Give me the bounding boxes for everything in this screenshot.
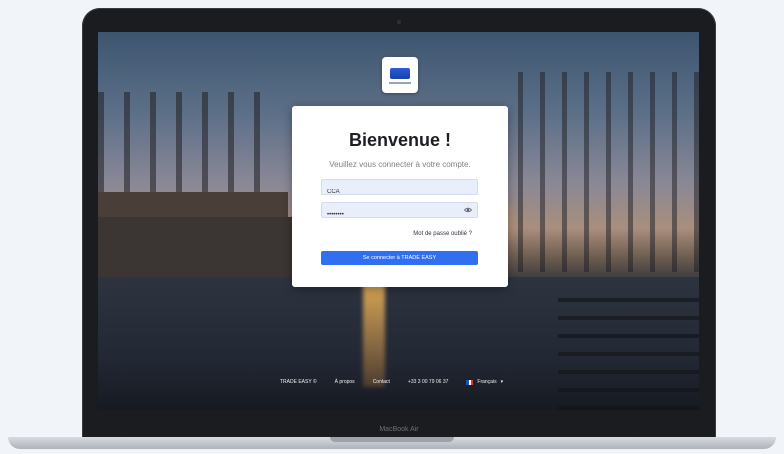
login-submit-button[interactable]: Se connecter à TRADE EASY <box>321 251 478 265</box>
language-selector[interactable]: Français ▾ <box>466 379 503 385</box>
pier-structure <box>558 287 699 410</box>
sun-reflection <box>363 277 385 387</box>
eye-icon[interactable] <box>464 206 472 214</box>
footer-brand: TRADE EASY © <box>280 379 317 385</box>
trade-easy-logo <box>382 57 418 93</box>
logo-wordmark <box>389 82 411 84</box>
login-card: Bienvenue ! Veuillez vous connecter à vo… <box>292 106 508 287</box>
language-label: Français <box>477 379 497 385</box>
username-input[interactable] <box>322 185 462 199</box>
password-field[interactable] <box>321 202 478 222</box>
chevron-down-icon: ▾ <box>500 379 504 385</box>
france-flag-icon <box>466 379 474 385</box>
forgot-password-link[interactable]: Mot de passe oublié ? <box>321 231 472 237</box>
footer-about-link[interactable]: À propos <box>335 379 355 385</box>
footer-contact-link[interactable]: Contact <box>373 379 390 385</box>
ship-containers <box>98 192 288 220</box>
logo-mark-icon <box>390 68 410 79</box>
footer-phone[interactable]: +33 3 00 79 06 37 <box>408 379 448 385</box>
login-footer: TRADE EASY © À propos Contact +33 3 00 7… <box>280 377 503 387</box>
login-subtitle: Veuillez vous connecter à votre compte. <box>329 160 471 169</box>
password-input[interactable] <box>322 208 462 222</box>
laptop-brand-label: MacBook Air <box>379 426 419 433</box>
port-cranes-left <box>98 92 278 202</box>
laptop-camera <box>397 20 401 24</box>
laptop-hinge-notch <box>330 437 454 442</box>
login-title: Bienvenue ! <box>348 130 452 150</box>
username-field[interactable] <box>321 179 478 199</box>
port-cranes-right <box>518 72 699 272</box>
